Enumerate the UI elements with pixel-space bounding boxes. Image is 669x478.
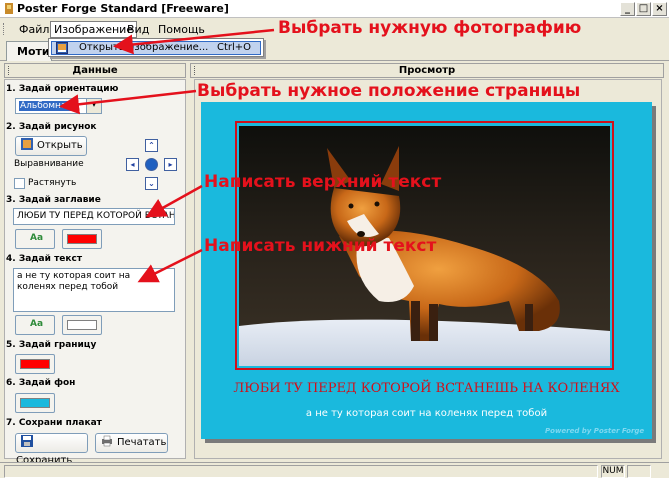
status-bar: NUM: [0, 462, 669, 478]
stretch-label: Растянуть: [28, 178, 77, 188]
annotation-choose-photo: Выбрать нужную фотографию: [278, 18, 582, 38]
border-color-swatch: [20, 359, 50, 369]
background-color-swatch: [20, 398, 50, 408]
annotation-choose-orientation: Выбрать нужное положение страницы: [197, 81, 581, 101]
align-center-icon[interactable]: [145, 158, 158, 171]
floppy-icon: [21, 435, 33, 447]
text-font-button[interactable]: Aa: [15, 315, 55, 335]
chevron-down-icon[interactable]: ▾: [86, 98, 102, 114]
app-logo-icon: [5, 3, 13, 14]
print-label: Печатать: [117, 437, 167, 448]
border-section-label: 5. Задай границу: [6, 340, 97, 350]
title-font-button[interactable]: Aa: [15, 229, 55, 249]
align-bottom-icon[interactable]: ⌄: [145, 177, 158, 190]
data-panel-title: Данные: [72, 65, 118, 76]
status-message: [4, 465, 598, 478]
orientation-section-label: 1. Задай ориентацию: [6, 84, 119, 94]
font-icon: Aa: [30, 233, 44, 243]
orientation-select[interactable]: Альбомная: [15, 98, 87, 114]
status-cell: [627, 465, 651, 478]
align-label: Выравнивание: [14, 159, 84, 169]
window-title: Poster Forge Standard [Freeware]: [17, 2, 229, 15]
font-icon: Aa: [30, 319, 44, 329]
app-window: Poster Forge Standard [Freeware] _ □ × Ф…: [0, 0, 669, 478]
preview-panel-header: Просмотр: [190, 63, 664, 78]
align-top-icon[interactable]: ⌃: [145, 139, 158, 152]
body-text-input[interactable]: а не ту которая соит на коленях перед то…: [13, 268, 175, 312]
title-color-swatch: [67, 234, 97, 244]
text-section-label: 4. Задай текст: [6, 254, 83, 264]
image-icon: [21, 138, 33, 150]
align-right-icon[interactable]: ▸: [164, 158, 177, 171]
title-color-button[interactable]: [62, 229, 102, 249]
image-menu-dropdown: Открыть изображение... Ctrl+O: [48, 38, 264, 57]
picture-section-label: 2. Задай рисунок: [6, 122, 97, 132]
minimize-button[interactable]: _: [620, 2, 635, 16]
text-color-swatch: [67, 320, 97, 330]
poster-credit: Powered by Poster Forge: [545, 427, 645, 435]
annotation-bottom-text: Написать нижний текст: [204, 236, 437, 256]
menu-view[interactable]: Вид: [124, 22, 152, 37]
menu-file[interactable]: Файл: [16, 22, 52, 37]
title-section-label: 3. Задай заглавие: [6, 195, 101, 205]
toolbar-grip[interactable]: [3, 23, 6, 35]
print-button[interactable]: Печатать: [95, 433, 168, 453]
close-button[interactable]: ×: [652, 2, 667, 16]
open-image-shortcut: Ctrl+O: [217, 42, 252, 53]
open-image-icon: [56, 42, 68, 54]
poster-subline: а не ту которая соит на коленях перед то…: [305, 408, 548, 419]
num-lock-indicator: NUM: [601, 465, 625, 478]
background-color-button[interactable]: [15, 393, 55, 413]
title-input[interactable]: ЛЮБИ ТУ ПЕРЕД КОТОРОЙ ВСТАНЕШЬ: [13, 208, 175, 225]
background-section-label: 6. Задай фон: [6, 378, 76, 388]
orientation-value: Альбомная: [19, 101, 73, 111]
open-picture-button[interactable]: Открыть: [15, 136, 87, 156]
open-picture-label: Открыть: [37, 140, 83, 151]
save-button[interactable]: Сохранить: [15, 433, 88, 466]
data-panel-header: Данные: [4, 63, 186, 78]
resize-grip-icon[interactable]: [653, 465, 665, 478]
printer-icon: [102, 435, 112, 447]
maximize-button[interactable]: □: [636, 2, 651, 16]
open-image-label: Открыть изображение...: [79, 42, 209, 53]
menu-help[interactable]: Помощь: [155, 22, 208, 37]
panel-grip[interactable]: [194, 66, 197, 75]
save-section-label: 7. Сохрани плакат: [6, 418, 102, 428]
poster-headline: ЛЮБИ ТУ ПЕРЕД КОТОРОЙ ВСТАНЕШЬ НА КОЛЕНЯ…: [233, 381, 620, 396]
panel-grip[interactable]: [8, 66, 11, 75]
tab-motiv[interactable]: Мотив: [6, 41, 57, 61]
align-left-icon[interactable]: ◂: [126, 158, 139, 171]
border-color-button[interactable]: [15, 354, 55, 374]
annotation-top-text: Написать верхний текст: [204, 172, 442, 192]
stretch-checkbox[interactable]: [14, 178, 25, 189]
text-color-button[interactable]: [62, 315, 102, 335]
preview-panel-title: Просмотр: [398, 65, 456, 76]
title-bar: Poster Forge Standard [Freeware] _ □ ×: [0, 0, 669, 18]
